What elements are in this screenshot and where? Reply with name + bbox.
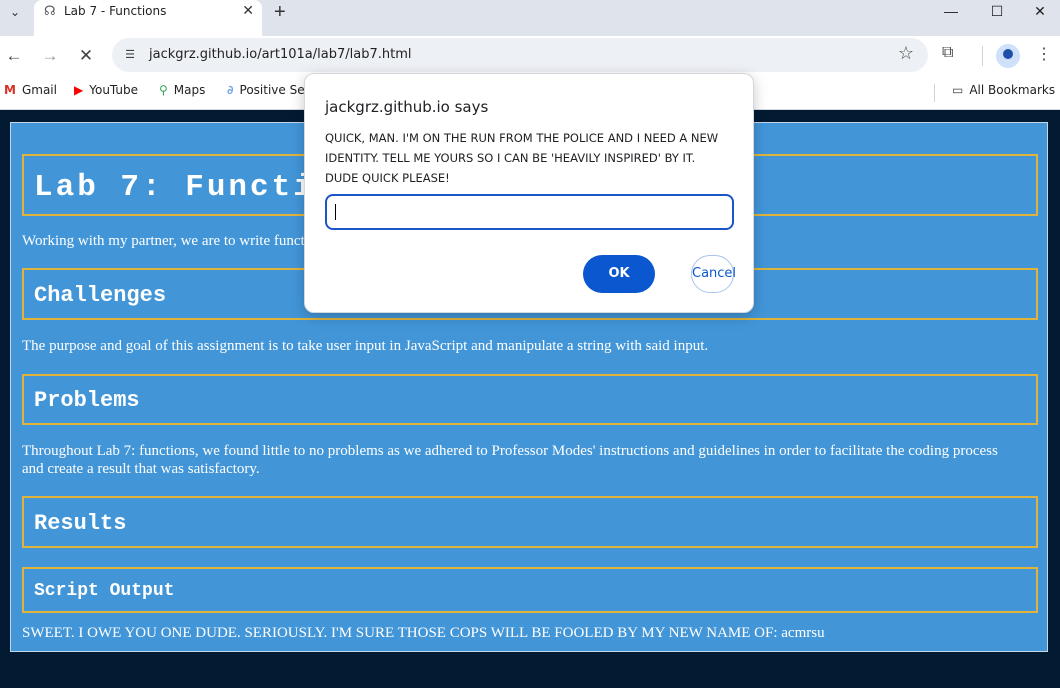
bookmark-youtube[interactable]: ▶ YouTube	[74, 83, 138, 97]
script-output-heading: Script Output	[22, 567, 1038, 613]
dialog-message: QUICK, MAN. I'M ON THE RUN FROM THE POLI…	[325, 131, 719, 185]
bookmark-star-icon[interactable]: ☆	[898, 43, 914, 64]
github-favicon-icon: ☊	[44, 3, 56, 18]
browser-tab[interactable]: ☊ Lab 7 - Functions ✕	[34, 0, 262, 36]
youtube-icon: ▶	[74, 83, 84, 97]
all-bookmarks-button[interactable]: ▭ All Bookmarks	[952, 83, 1055, 97]
script-output-text: SWEET. I OWE YOU ONE DUDE. SERIOUSLY. I'…	[22, 625, 825, 641]
dialog-title: jackgrz.github.io says	[325, 98, 489, 116]
tab-close-icon[interactable]: ✕	[242, 2, 254, 19]
browser-toolbar: ← → ✕ ☰ jackgrz.github.io/art101a/lab7/l…	[0, 36, 1060, 76]
stop-loading-icon[interactable]: ✕	[74, 44, 98, 68]
profile-avatar-icon[interactable]	[996, 44, 1020, 68]
forward-arrow-icon[interactable]: →	[38, 44, 62, 68]
bookmark-positive[interactable]: ∂ Positive Se	[227, 83, 305, 97]
problems-heading: Problems	[22, 374, 1038, 425]
address-bar[interactable]: ☰ jackgrz.github.io/art101a/lab7/lab7.ht…	[112, 38, 928, 72]
title-bar: ⌄ ☊ Lab 7 - Functions ✕ + — ☐ ✕	[0, 0, 1060, 36]
window-close-icon[interactable]: ✕	[1020, 0, 1060, 24]
folder-icon: ▭	[952, 83, 964, 97]
bookmark-gmail[interactable]: M Gmail	[4, 83, 57, 97]
tab-search-chevron-icon[interactable]: ⌄	[2, 2, 28, 22]
cancel-button[interactable]: Cancel	[691, 255, 736, 293]
browser-menu-icon[interactable]: ⋮	[1036, 44, 1052, 64]
problems-text: Throughout Lab 7: functions, we found li…	[22, 443, 998, 477]
extensions-puzzle-icon[interactable]: ⧉	[942, 44, 953, 62]
url-text[interactable]: jackgrz.github.io/art101a/lab7/lab7.html	[149, 47, 411, 62]
text-caret	[335, 204, 336, 220]
ok-button[interactable]: OK	[583, 255, 655, 293]
gmail-icon: M	[4, 83, 16, 97]
new-tab-plus-icon[interactable]: +	[274, 1, 286, 24]
bookmarks-divider	[934, 84, 935, 102]
challenges-text: The purpose and goal of this assignment …	[22, 338, 709, 354]
bookmark-maps[interactable]: ⚲ Maps	[159, 83, 205, 97]
site-info-icon[interactable]: ☰	[122, 47, 138, 63]
back-arrow-icon[interactable]: ←	[2, 44, 26, 68]
positive-site-icon: ∂	[227, 83, 234, 97]
results-heading: Results	[22, 496, 1038, 548]
prompt-input[interactable]	[325, 194, 734, 230]
toolbar-divider	[982, 46, 983, 66]
maps-pin-icon: ⚲	[159, 83, 168, 97]
minimize-icon[interactable]: —	[928, 0, 974, 24]
tab-title: Lab 7 - Functions	[64, 4, 167, 18]
prompt-dialog: jackgrz.github.io says QUICK, MAN. I'M O…	[304, 73, 754, 313]
maximize-icon[interactable]: ☐	[974, 0, 1020, 24]
